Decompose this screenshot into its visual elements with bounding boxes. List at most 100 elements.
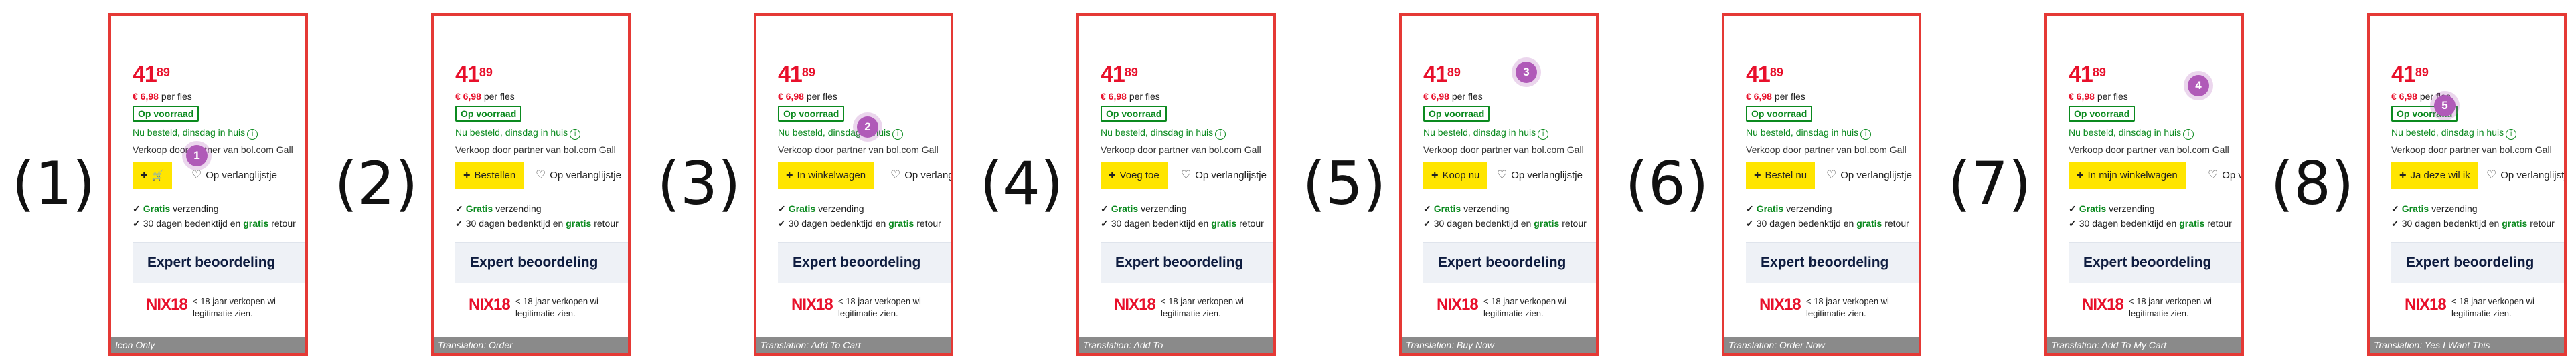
add-to-cart-button[interactable]: + Bestel nu [1746, 162, 1816, 189]
age-notice-line2: legitimatie zien. [193, 308, 253, 318]
variant-panel: 4189 € 6,98 per fles Op voorraad Nu best… [1722, 13, 1921, 356]
shipping-info: ✓ Gratis verzending [1423, 203, 1510, 215]
check-icon: ✓ [1423, 218, 1431, 229]
age-notice: < 18 jaar verkopen wi legitimatie zien. [1806, 295, 1889, 320]
wishlist-link[interactable]: ♡Op verlanglijstje [1826, 168, 1912, 182]
returns-pre: 30 dagen bedenktijd en [143, 218, 241, 229]
unit-price-suffix: per fles [1774, 91, 1805, 102]
variant-panel: 4189 € 6,98 per fles Op voorraad Nu best… [754, 13, 953, 356]
delivery-text: Nu besteld, dinsdag in huis [2391, 127, 2504, 138]
expert-review-box[interactable]: Expert beoordeling [2391, 242, 2564, 283]
add-to-cart-button[interactable]: + Voeg toe [1101, 162, 1168, 189]
shipping-info: ✓ Gratis verzending [2069, 203, 2155, 215]
wishlist-link[interactable]: ♡Op verlanglijstje [1181, 168, 1267, 182]
expert-review-box[interactable]: Expert beoordeling [1746, 242, 1919, 283]
add-to-cart-button[interactable]: + Koop nu [1423, 162, 1488, 189]
expert-title: Expert beoordeling [1438, 255, 1566, 270]
info-icon[interactable]: i [2506, 129, 2517, 140]
check-icon: ✓ [2069, 218, 2077, 229]
returns-info: ✓ 30 dagen bedenktijd en gratis retour [1746, 218, 1909, 229]
age-notice-line1: < 18 jaar verkopen wi [515, 296, 598, 306]
check-icon: ✓ [455, 203, 463, 214]
shipping-rest: verzending [818, 203, 864, 214]
unit-price: € 6,98 per fles [455, 91, 515, 102]
nix18-logo: NIX18 [469, 295, 511, 314]
variant-caption: Translation: Add To Cart [756, 337, 951, 353]
expert-review-box[interactable]: Expert beoordeling [2069, 242, 2241, 283]
info-icon[interactable]: i [247, 129, 258, 140]
unit-price-value: € 6,98 [1746, 91, 1772, 102]
shipping-info: ✓ Gratis verzending [778, 203, 864, 215]
delivery-info: Nu besteld, dinsdag in huis i [1101, 127, 1226, 140]
expert-review-box[interactable]: Expert beoordeling [1423, 242, 1596, 283]
wishlist-link[interactable]: ♡Op verlanglijstje [191, 168, 277, 182]
expert-review-box[interactable]: Expert beoordeling [1101, 242, 1273, 283]
info-icon[interactable]: i [1215, 129, 1226, 140]
shipping-free: Gratis [1111, 203, 1139, 214]
plus-icon: + [786, 168, 793, 182]
age-notice: < 18 jaar verkopen wi legitimatie zien. [193, 295, 276, 320]
wishlist-link[interactable]: ♡Op verlanglijstje [1497, 168, 1583, 182]
nix18-logo: NIX18 [1437, 295, 1479, 314]
plus-icon: + [1431, 168, 1439, 182]
variant-label: (5) [1302, 149, 1386, 218]
variant-label: (2) [334, 149, 418, 218]
wishlist-link[interactable]: ♡Op verlanglijstje [890, 168, 951, 182]
shipping-info: ✓ Gratis verzending [133, 203, 219, 215]
info-icon[interactable]: i [892, 129, 904, 140]
price-dec: 89 [2092, 65, 2106, 79]
age-notice-line1: < 18 jaar verkopen wi [1483, 296, 1566, 306]
plus-icon: + [463, 168, 471, 182]
add-to-cart-button[interactable]: + 🛒 [133, 162, 173, 189]
returns-pre: 30 dagen bedenktijd en [1111, 218, 1209, 229]
wishlist-link[interactable]: ♡Op verlanglijstje [2208, 168, 2241, 182]
expert-review-box[interactable]: Expert beoordeling [133, 242, 305, 283]
check-icon: ✓ [2069, 203, 2077, 214]
add-to-cart-button[interactable]: + Ja deze wil ik [2391, 162, 2478, 189]
marker-badge: 3 [1516, 62, 1537, 83]
returns-free: gratis [243, 218, 269, 229]
price-dec: 89 [1769, 65, 1783, 79]
age-notice-line1: < 18 jaar verkopen wi [2451, 296, 2534, 306]
returns-pre: 30 dagen bedenktijd en [2401, 218, 2500, 229]
returns-free: gratis [566, 218, 592, 229]
variant-caption: Translation: Yes I Want This [2370, 337, 2564, 353]
delivery-text: Nu besteld, dinsdag in huis [133, 127, 246, 138]
info-icon[interactable]: i [570, 129, 581, 140]
check-icon: ✓ [1746, 218, 1754, 229]
product-buy-block: 4189 € 6,98 per fles Op voorraad Nu best… [1101, 16, 1273, 353]
delivery-info: Nu besteld, dinsdag in huis i [778, 127, 904, 140]
wishlist-label: Op verlanglijstje [2500, 169, 2567, 181]
delivery-text: Nu besteld, dinsdag in huis [2069, 127, 2182, 138]
cart-icon: 🛒 [151, 170, 165, 181]
add-to-cart-button[interactable]: + In mijn winkelwagen [2069, 162, 2186, 189]
add-to-cart-button[interactable]: + Bestellen [455, 162, 524, 189]
returns-post: retour [1884, 218, 1909, 229]
info-icon[interactable]: i [1538, 129, 1549, 140]
product-buy-block: 4189 € 6,98 per fles Op voorraad Nu best… [1746, 16, 1919, 353]
info-icon[interactable]: i [1860, 129, 1872, 140]
age-notice-line1: < 18 jaar verkopen wi [2129, 296, 2212, 306]
seller-info: Verkoop door partner van bol.com Gall [778, 144, 939, 155]
price: 4189 [778, 62, 815, 88]
shipping-free: Gratis [143, 203, 171, 214]
variant-panel: 4189 € 6,98 per fles Op voorraad Nu best… [1076, 13, 1276, 356]
expert-review-box[interactable]: Expert beoordeling [778, 242, 951, 283]
wishlist-link[interactable]: ♡Op verlanglijstje [2486, 168, 2567, 182]
variant-caption: Translation: Add To [1079, 337, 1273, 353]
unit-price: € 6,98 per fles [2069, 91, 2128, 102]
product-buy-block: 4189 € 6,98 per fles Op voorraad Nu best… [2069, 16, 2241, 353]
shipping-free: Gratis [1433, 203, 1461, 214]
returns-info: ✓ 30 dagen bedenktijd en gratis retour [1423, 218, 1587, 229]
shipping-info: ✓ Gratis verzending [455, 203, 542, 215]
wishlist-link[interactable]: ♡Op verlanglijstje [536, 168, 621, 182]
age-notice: < 18 jaar verkopen wi legitimatie zien. [1161, 295, 1244, 320]
add-to-cart-button[interactable]: + In winkelwagen [778, 162, 874, 189]
marker-badge: 5 [2434, 95, 2456, 116]
shipping-free: Gratis [465, 203, 493, 214]
age-notice: < 18 jaar verkopen wi legitimatie zien. [838, 295, 921, 320]
expert-review-box[interactable]: Expert beoordeling [455, 242, 628, 283]
returns-free: gratis [2502, 218, 2528, 229]
info-icon[interactable]: i [2183, 129, 2194, 140]
delivery-info: Nu besteld, dinsdag in huis i [2391, 127, 2517, 140]
